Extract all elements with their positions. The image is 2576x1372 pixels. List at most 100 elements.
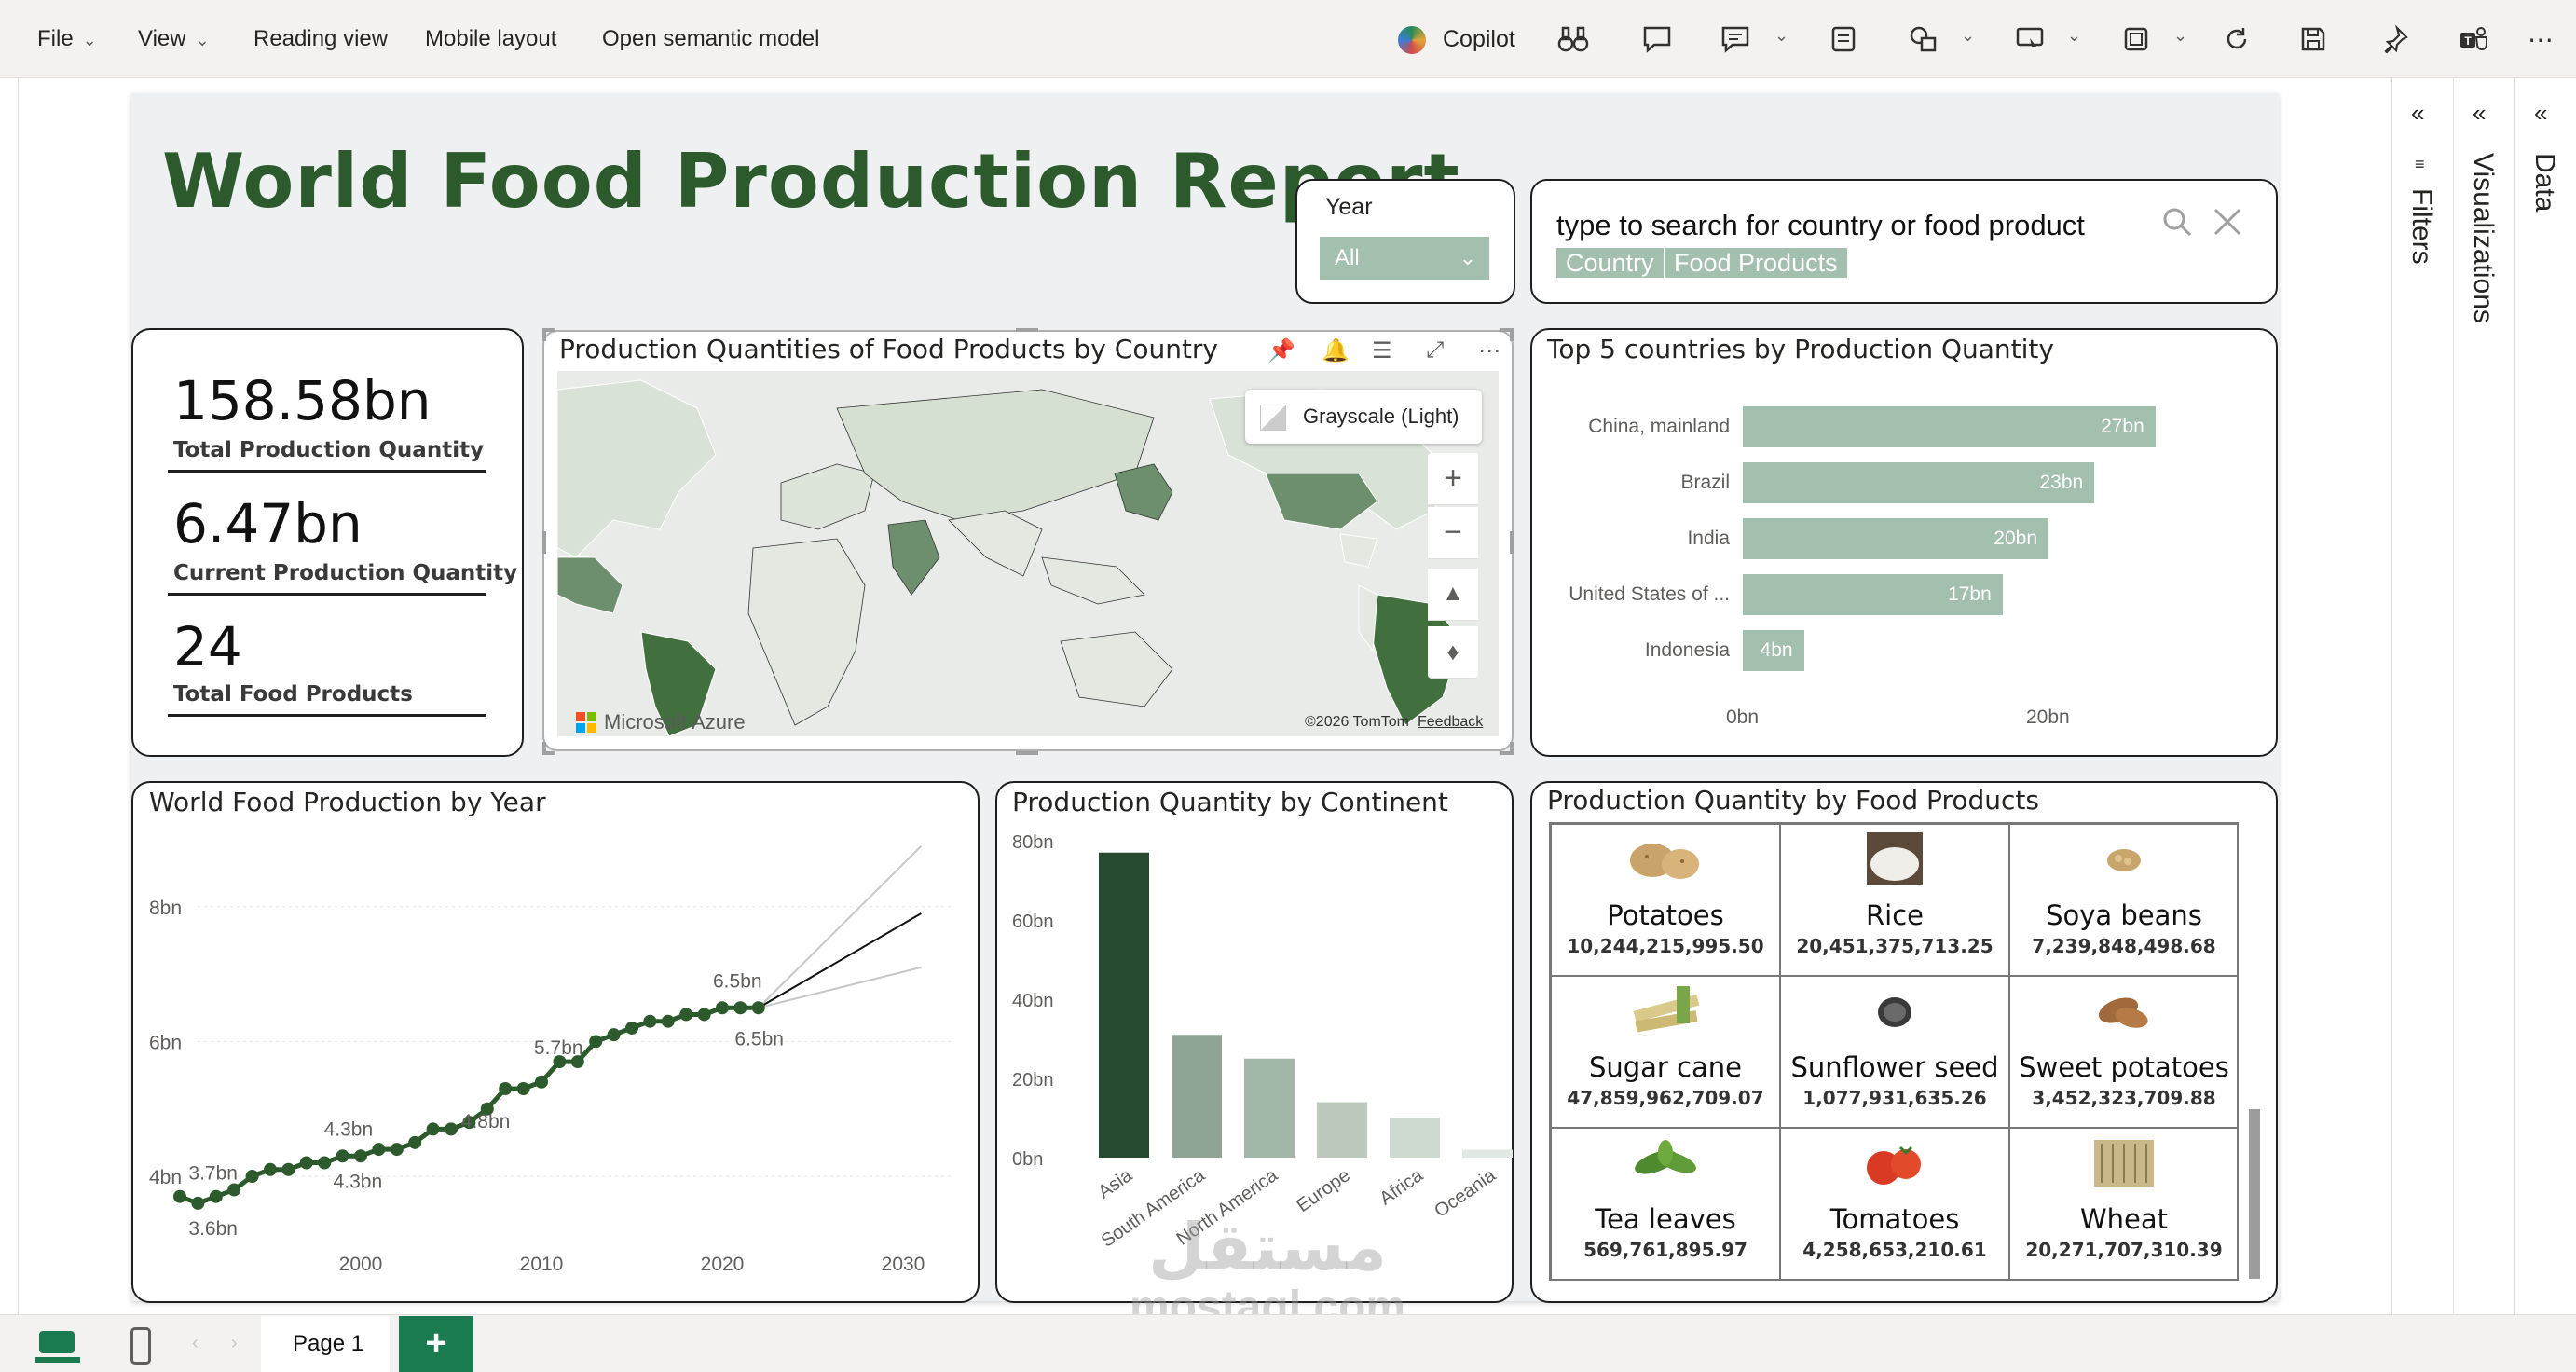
filters-pane[interactable]: « ≡ Filters xyxy=(2391,78,2453,1318)
file-menu[interactable]: File ⌄ xyxy=(37,0,97,78)
next-page-icon[interactable]: › xyxy=(231,1333,238,1354)
prev-page-icon[interactable]: ‹ xyxy=(192,1333,199,1354)
pin-icon[interactable]: 📌 xyxy=(1267,337,1295,364)
shapes-icon[interactable] xyxy=(1905,21,1942,58)
top5-category-label: Brazil xyxy=(1680,472,1730,493)
window-icon[interactable] xyxy=(2117,21,2155,58)
production-point xyxy=(625,1021,638,1035)
expand-icon[interactable]: « xyxy=(2473,99,2486,128)
more-options-icon[interactable]: ⋯ xyxy=(2522,21,2559,58)
resize-handle[interactable] xyxy=(542,531,546,554)
food-product-cell[interactable]: Soya beans 7,239,848,498.68 xyxy=(2009,824,2239,976)
notes-icon[interactable] xyxy=(1825,21,1862,58)
binoculars-icon[interactable] xyxy=(1555,21,1592,58)
kpi-foods-label: Total Food Products xyxy=(173,682,413,707)
production-point xyxy=(535,1075,548,1089)
continent-bar xyxy=(1244,1058,1295,1158)
expand-icon[interactable]: « xyxy=(2534,99,2547,128)
kpi-divider xyxy=(168,593,486,596)
more-options-icon[interactable]: ⋯ xyxy=(1478,337,1500,364)
food-product-cell[interactable]: Tomatoes 4,258,653,210.61 xyxy=(1780,1128,2009,1280)
resize-handle[interactable] xyxy=(542,742,546,755)
search-icon[interactable] xyxy=(2158,203,2196,240)
food-product-cell[interactable]: Sunflower seed 1,077,931,635.26 xyxy=(1780,976,2009,1128)
top5-bar-value-label: 23bn xyxy=(2039,472,2084,493)
resize-handle[interactable] xyxy=(1510,742,1514,755)
mobile-layout-button[interactable]: Mobile layout xyxy=(425,0,556,78)
food-product-name: Potatoes xyxy=(1607,899,1724,931)
line-chart-data-label: 3.7bn xyxy=(188,1163,238,1185)
focus-mode-icon[interactable]: ⤢ xyxy=(1426,337,1444,364)
refresh-icon[interactable] xyxy=(2218,21,2255,58)
view-menu[interactable]: View ⌄ xyxy=(138,0,210,78)
food-product-cell[interactable]: Sweet potatoes 3,452,323,709.88 xyxy=(2009,976,2239,1128)
copilot-icon xyxy=(1398,26,1426,54)
search-input[interactable]: type to search for country or food produ… xyxy=(1556,209,2085,242)
continent-x-label: Africa xyxy=(1376,1165,1427,1210)
resize-handle[interactable] xyxy=(1510,531,1514,554)
food-product-cell[interactable]: Tea leaves 569,761,895.97 xyxy=(1551,1128,1780,1280)
food-product-cell[interactable]: Wheat 20,271,707,310.39 xyxy=(2009,1128,2239,1280)
pin-icon[interactable] xyxy=(2377,21,2414,58)
sunflower-seed-icon xyxy=(1844,982,1945,1049)
food-product-cell[interactable]: Rice 20,451,375,713.25 xyxy=(1780,824,2009,976)
data-pane[interactable]: « Data xyxy=(2514,78,2576,1318)
food-grid-scrollbar[interactable] xyxy=(2249,1109,2260,1279)
expand-icon[interactable]: « xyxy=(2411,99,2424,128)
chevron-down-icon[interactable]: ⌄ xyxy=(2067,26,2081,46)
food-product-cell[interactable]: Sugar cane 47,859,962,709.07 xyxy=(1551,976,1780,1128)
production-point xyxy=(499,1082,513,1096)
chevron-down-icon[interactable]: ⌄ xyxy=(1961,26,1975,46)
svg-text:T: T xyxy=(2464,34,2472,48)
feedback-link[interactable]: Feedback xyxy=(1418,714,1483,731)
teams-icon[interactable]: T xyxy=(2455,21,2492,58)
comment-icon[interactable] xyxy=(1638,21,1676,58)
chevron-down-icon[interactable]: ⌄ xyxy=(1774,26,1788,46)
search-chip-food-products[interactable]: Food Products xyxy=(1665,248,1847,278)
top5-bar-value-label: 20bn xyxy=(1994,528,2037,549)
comment-options-icon[interactable] xyxy=(1717,21,1754,58)
mobile-layout-icon[interactable] xyxy=(130,1327,151,1365)
food-products-title: Production Quantity by Food Products xyxy=(1547,785,2039,816)
kpi-current-value: 6.47bn xyxy=(173,492,363,556)
search-chip-country[interactable]: Country xyxy=(1556,248,1664,278)
zoom-in-icon[interactable]: + xyxy=(1428,453,1478,505)
line-chart-y-tick: 4bn xyxy=(149,1167,182,1188)
continent-x-label: Asia xyxy=(1094,1165,1136,1203)
save-icon[interactable] xyxy=(2295,21,2332,58)
year-dropdown[interactable]: All ⌄ xyxy=(1320,237,1489,280)
open-semantic-model-button[interactable]: Open semantic model xyxy=(602,0,819,78)
food-product-cell[interactable]: Potatoes 10,244,215,995.50 xyxy=(1551,824,1780,976)
tilt-icon[interactable]: ▲ xyxy=(1428,569,1478,621)
line-chart-y-tick: 6bn xyxy=(149,1032,182,1053)
add-page-button[interactable]: + xyxy=(399,1316,473,1372)
production-point xyxy=(390,1143,404,1157)
close-icon[interactable] xyxy=(2209,203,2246,240)
compass-icon[interactable]: ♦ xyxy=(1428,626,1478,679)
bell-icon[interactable]: 🔔 xyxy=(1322,337,1350,364)
line-chart-data-label: 5.7bn xyxy=(534,1037,583,1059)
copilot-button[interactable]: Copilot xyxy=(1443,0,1515,78)
reading-view-button[interactable]: Reading view xyxy=(253,0,388,78)
production-point xyxy=(354,1149,367,1163)
filter-icon[interactable]: ☰ xyxy=(1372,337,1392,364)
visualizations-pane[interactable]: « Visualizations xyxy=(2453,78,2514,1318)
present-icon[interactable] xyxy=(2011,21,2048,58)
sweet-potato-icon xyxy=(2074,982,2174,1049)
resize-handle[interactable] xyxy=(1510,328,1514,341)
production-point xyxy=(643,1014,657,1028)
desktop-layout-icon[interactable] xyxy=(35,1327,80,1365)
production-point xyxy=(679,1008,693,1022)
food-product-name: Tea leaves xyxy=(1595,1203,1736,1235)
zoom-out-icon[interactable]: − xyxy=(1428,507,1478,559)
continent-x-label: Oceania xyxy=(1431,1165,1500,1222)
page-tab[interactable]: Page 1 xyxy=(261,1316,390,1372)
resize-handle[interactable] xyxy=(1016,751,1038,755)
chevron-down-icon: ⌄ xyxy=(1459,246,1476,269)
resize-handle[interactable] xyxy=(1016,328,1038,332)
resize-handle[interactable] xyxy=(542,328,546,341)
top5-axis-tick-0: 0bn xyxy=(1726,707,1760,728)
rice-icon xyxy=(1844,830,1945,897)
chevron-down-icon[interactable]: ⌄ xyxy=(2173,26,2187,46)
production-point xyxy=(661,1014,675,1028)
